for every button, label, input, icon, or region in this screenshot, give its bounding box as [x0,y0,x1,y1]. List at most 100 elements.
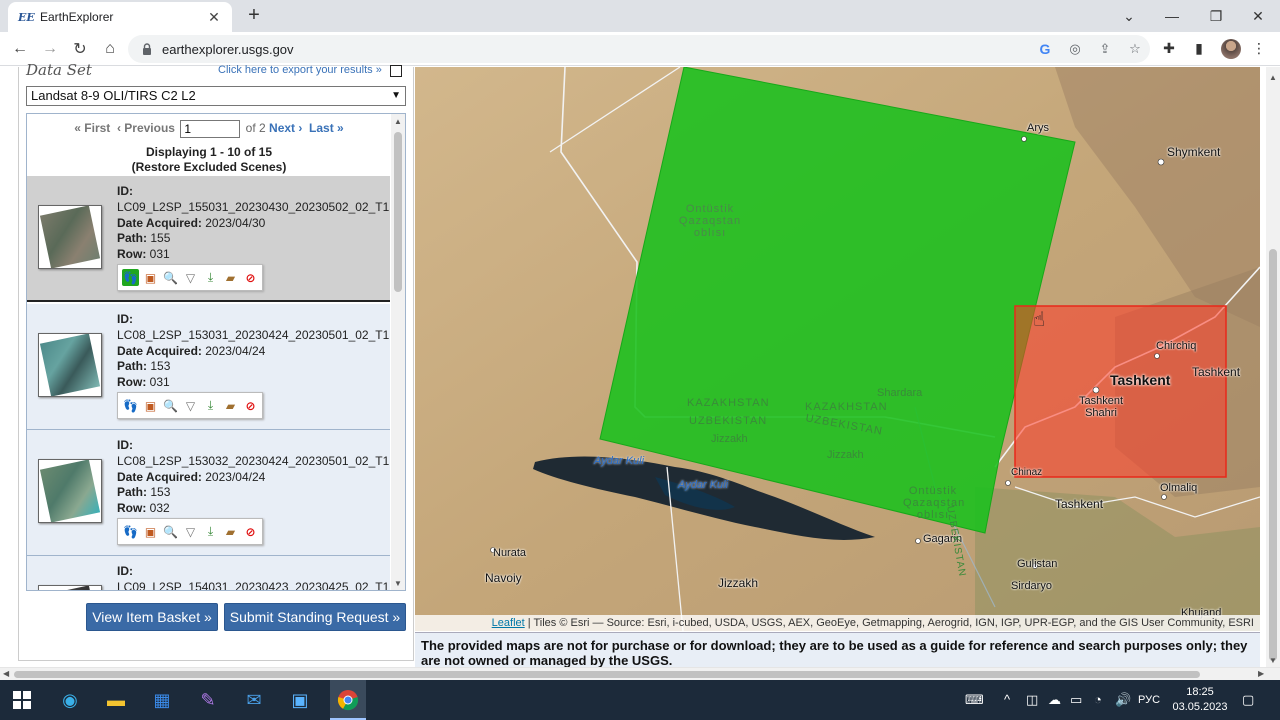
browse-overlay-icon[interactable]: ▣ [142,397,159,414]
page-scroll-thumb[interactable] [1269,249,1277,661]
browse-overlay-icon[interactable]: ▣ [142,269,159,286]
submit-standing-request-button[interactable]: Submit Standing Request » [224,603,406,631]
scene-thumbnail[interactable] [38,333,102,397]
footprint-icon[interactable]: 👣 [122,269,139,286]
close-window-button[interactable]: ✕ [1236,0,1280,32]
battery-icon[interactable]: ▭ [1070,692,1082,708]
bookmark-star-icon[interactable]: ☆ [1120,41,1150,57]
scene-actions: 👣 ▣ 🔍 ▽ ⤓ ▰ ⊘ [117,518,263,545]
first-page-link[interactable]: « First [74,121,110,135]
scene-row[interactable]: ID: LC09_L2SP_155031_20230430_20230502_0… [27,176,390,302]
tab-search-chevron-icon[interactable]: ⌄ [1107,0,1151,32]
keyboard-language[interactable]: РУС [1138,694,1160,706]
download-icon[interactable]: ⤓ [202,397,219,414]
scene-row[interactable]: ID: LC08_L2SP_153032_20230424_20230501_0… [27,430,390,556]
cloud-icon[interactable]: ☁ [1048,692,1061,708]
row-label: Row: [117,375,147,390]
compare-icon[interactable]: ▽ [182,397,199,414]
scroll-up-arrow-icon[interactable]: ▲ [1269,73,1277,82]
last-page-link[interactable]: Last » [309,121,344,135]
side-panel-icon[interactable]: ▮ [1190,40,1208,58]
metadata-icon[interactable]: 🔍 [162,397,179,414]
footprint-icon[interactable]: 👣 [122,397,139,414]
scene-row[interactable]: ID: LC09_L2SP_154031_20230423_20230425_0… [27,556,390,590]
mail-icon[interactable]: ✉ [240,686,268,714]
scroll-down-arrow-icon[interactable]: ▼ [394,579,402,588]
microsoft-store-icon[interactable]: ▦ [148,686,176,714]
export-results-link[interactable]: Click here to export your results » [218,64,382,76]
reload-icon[interactable]: ↻ [68,37,92,61]
view-item-basket-button[interactable]: View Item Basket » [86,603,218,631]
leaflet-link[interactable]: Leaflet [492,617,525,629]
page-hscroll-thumb[interactable] [14,671,1200,678]
compare-icon[interactable]: ▽ [182,269,199,286]
scroll-up-arrow-icon[interactable]: ▲ [394,117,402,126]
more-menu-icon[interactable]: ⋮ [1250,40,1268,58]
volume-icon[interactable]: 🔊 [1115,692,1131,708]
browse-overlay-icon[interactable]: ▣ [142,523,159,540]
google-icon[interactable]: G [1030,41,1060,57]
wifi-icon[interactable]: ◔ [1094,692,1102,707]
previous-page-link[interactable]: ‹ Previous [117,121,175,135]
exclude-scene-icon[interactable]: ⊘ [242,523,259,540]
results-panel: Data Set Click here to export your resul… [18,61,414,661]
results-scroll-thumb[interactable] [394,132,402,292]
eye-slash-icon[interactable]: ◎ [1060,41,1090,57]
tray-chevron-up-icon[interactable]: ^ [1004,692,1010,707]
add-to-basket-icon[interactable]: ▰ [222,397,239,414]
scene-row[interactable]: ID: LC08_L2SP_153031_20230424_20230501_0… [27,304,390,430]
page-number-input[interactable] [180,120,241,138]
scroll-right-arrow-icon[interactable]: ▶ [1258,669,1264,678]
map-label-olmaliq: Olmaliq [1160,482,1198,494]
results-scrollbar[interactable]: ▲ ▼ [391,114,405,590]
edge-browser-icon[interactable]: ◉ [56,686,84,714]
new-tab-button[interactable]: + [244,4,264,28]
add-to-basket-icon[interactable]: ▰ [222,523,239,540]
device-icon[interactable]: ◫ [1026,692,1038,708]
metadata-icon[interactable]: 🔍 [162,269,179,286]
next-page-link[interactable]: Next › [269,121,302,135]
home-icon[interactable]: ⌂ [98,37,122,61]
page-vertical-scrollbar[interactable]: ▲ ▼ [1266,67,1280,667]
file-explorer-icon[interactable]: ▬ [102,686,130,714]
restore-excluded-link[interactable]: (Restore Excluded Scenes) [27,160,391,175]
scene-date: 2023/04/30 [205,215,266,230]
system-clock[interactable]: 18:25 03.05.2023 [1172,685,1228,715]
exclude-scene-icon[interactable]: ⊘ [242,269,259,286]
download-icon[interactable]: ⤓ [202,269,219,286]
scroll-down-arrow-icon[interactable]: ▼ [1269,656,1277,665]
windows-start-icon[interactable] [8,686,36,714]
dataset-select[interactable]: Landsat 8-9 OLI/TIRS C2 L2 ▼ [26,86,406,106]
scroll-left-arrow-icon[interactable]: ◀ [3,669,9,678]
export-icon[interactable] [390,65,402,77]
clock-date: 03.05.2023 [1172,701,1228,713]
scene-thumbnail[interactable] [38,205,102,269]
forward-arrow-icon[interactable]: → [38,37,62,61]
download-icon[interactable]: ⤓ [202,523,219,540]
scene-thumbnail[interactable] [38,459,102,523]
tab-close-icon[interactable]: ✕ [206,9,222,26]
scene-thumbnail[interactable] [38,585,102,590]
chrome-icon[interactable] [334,686,362,714]
address-bar[interactable]: earthexplorer.usgs.gov G ◎ ⇪ ☆ [128,35,1150,63]
minimize-button[interactable]: — [1150,0,1194,32]
back-arrow-icon[interactable]: ← [8,37,32,61]
exclude-scene-icon[interactable]: ⊘ [242,397,259,414]
share-icon[interactable]: ⇪ [1090,41,1120,57]
feather-app-icon[interactable]: ✎ [194,686,222,714]
extensions-puzzle-icon[interactable]: ✚ [1160,40,1178,58]
notifications-icon[interactable]: ▢ [1242,692,1254,708]
profile-avatar[interactable] [1221,39,1241,59]
keyboard-icon[interactable]: ⌨ [965,692,984,708]
compare-icon[interactable]: ▽ [182,523,199,540]
add-to-basket-icon[interactable]: ▰ [222,269,239,286]
map-canvas[interactable] [415,67,1260,631]
metadata-icon[interactable]: 🔍 [162,523,179,540]
dataset-label: Data Set [26,61,92,79]
page-horizontal-scrollbar[interactable]: ◀ ▶ [0,667,1280,680]
footprint-icon[interactable]: 👣 [122,523,139,540]
map-view[interactable]: Arys Shymkent Ontüstik Qazaqstan oblısı … [415,67,1260,631]
browser-tab[interactable]: EE EarthExplorer ✕ [8,2,232,32]
maximize-button[interactable]: ❐ [1194,0,1238,32]
hp-app-icon[interactable]: ▣ [286,686,314,714]
